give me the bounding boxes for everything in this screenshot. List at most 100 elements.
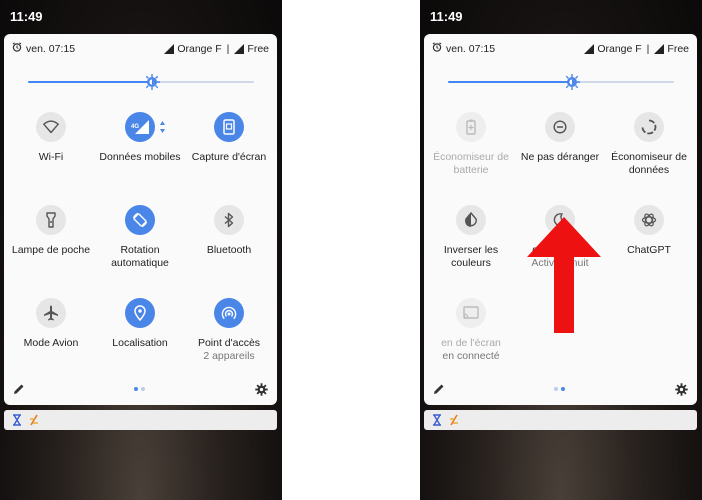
status-time: 11:49 (10, 9, 43, 24)
screenshot-icon (223, 119, 235, 135)
mobile-data-icon: 4G (131, 120, 149, 134)
edit-pencil-icon[interactable] (433, 383, 445, 395)
tile-flashlight[interactable]: Lampe de poche (6, 205, 96, 257)
slash-icon (450, 414, 458, 426)
phone-screen-right: 11:49 ven. 07:15 Orange F | Free Économi… (420, 0, 702, 500)
tile-label: Économiseur de données (611, 151, 687, 176)
carrier-name-1: Orange F (177, 43, 222, 55)
page-dot-1[interactable] (134, 387, 138, 391)
tile-sublabel: 2 appareils (203, 350, 255, 362)
airplane-icon (44, 305, 58, 321)
brightness-thumb-icon[interactable] (563, 73, 581, 91)
flashlight-icon (46, 212, 56, 228)
next-alarm-text: ven. 07:15 (26, 43, 76, 55)
location-icon (134, 305, 146, 321)
settings-gear-icon[interactable] (255, 383, 268, 396)
tile-icon-circle (545, 112, 575, 142)
quick-settings-header: ven. 07:15 Orange F | Free (4, 34, 277, 64)
tile-chatgpt[interactable]: ChatGPT (604, 205, 694, 257)
page-dot-2[interactable] (561, 387, 565, 391)
notification-bar[interactable] (4, 410, 277, 430)
tile-screenshot[interactable]: Capture d'écran (184, 112, 274, 164)
page-dot-2[interactable] (141, 387, 145, 391)
tile-label: Lampe de poche (11, 244, 91, 256)
hotspot-icon (221, 306, 237, 320)
status-time: 11:49 (430, 9, 463, 24)
next-alarm-text: ven. 07:15 (446, 43, 496, 55)
carrier-info: Orange F | Free (584, 43, 689, 55)
brightness-slider[interactable] (448, 74, 674, 90)
tile-icon-circle (214, 205, 244, 235)
tile-label: Bluetooth (206, 244, 252, 256)
carrier-name-2: Free (667, 43, 689, 55)
alarm-icon (12, 42, 22, 52)
tile-sublabel: en connecté (442, 350, 500, 362)
tile-battery-saver[interactable]: Économiseur de batterie (426, 112, 516, 177)
page-indicator (134, 387, 145, 391)
tile-mobile-data[interactable]: 4G Données mobiles (95, 112, 185, 164)
do-not-disturb-icon (553, 120, 567, 134)
alarm-icon (432, 42, 442, 52)
tile-icon-circle (36, 112, 66, 142)
brightness-thumb-icon[interactable] (143, 73, 161, 91)
tile-icon-circle (214, 298, 244, 328)
tile-icon-circle (456, 112, 486, 142)
tile-label: Données mobiles (99, 151, 181, 163)
tile-label: Capture d'écran (191, 151, 267, 163)
page-dot-1[interactable] (554, 387, 558, 391)
quick-settings-panel: ven. 07:15 Orange F | Free Économiseur d… (424, 34, 697, 405)
tile-icon-circle (36, 205, 66, 235)
tile-label: en de l'écran (441, 337, 501, 349)
tile-label: Ne pas déranger (520, 151, 600, 163)
tile-hotspot[interactable]: Point d'accès 2 appareils (184, 298, 274, 363)
tile-icon-circle (214, 112, 244, 142)
tile-label: Inverser les couleurs (443, 244, 499, 269)
signal-icon (654, 44, 665, 54)
tile-do-not-disturb[interactable]: Ne pas déranger (515, 112, 605, 164)
slash-icon (30, 414, 38, 426)
page-indicator (554, 387, 565, 391)
carrier-separator: | (226, 43, 230, 55)
tile-icon-circle (125, 298, 155, 328)
tile-label: Rotation automatique (111, 244, 169, 269)
tile-bluetooth[interactable]: Bluetooth (184, 205, 274, 257)
tile-auto-rotate[interactable]: Rotation automatique (95, 205, 185, 270)
tile-data-saver[interactable]: Économiseur de données (604, 112, 694, 177)
tile-airplane-mode[interactable]: Mode Avion (6, 298, 96, 350)
tile-icon-circle (36, 298, 66, 328)
tile-location[interactable]: Localisation (95, 298, 185, 350)
carrier-separator: | (646, 43, 650, 55)
tile-wifi[interactable]: Wi-Fi (6, 112, 96, 164)
brightness-slider[interactable] (28, 74, 254, 90)
tile-label: ChatGPT (627, 244, 671, 256)
brightness-fill (448, 81, 573, 83)
hourglass-icon (13, 414, 21, 426)
red-up-arrow-icon (527, 217, 601, 333)
tile-cast-screen[interactable]: en de l'écran en connecté (426, 298, 516, 363)
chatgpt-icon (641, 213, 657, 227)
phone-screen-left: 11:49 ven. 07:15 Orange F | Free Wi-Fi 4… (0, 0, 282, 500)
tile-icon-circle (634, 112, 664, 142)
settings-gear-icon[interactable] (675, 383, 688, 396)
tile-icon-circle: 4G (125, 112, 155, 142)
hourglass-icon (433, 414, 441, 426)
carrier-name-1: Orange F (597, 43, 642, 55)
tile-invert-colors[interactable]: Inverser les couleurs (426, 205, 516, 270)
edit-pencil-icon[interactable] (13, 383, 25, 395)
carrier-info: Orange F | Free (164, 43, 269, 55)
battery-saver-icon (466, 119, 476, 135)
quick-settings-panel: ven. 07:15 Orange F | Free Wi-Fi 4G Donn… (4, 34, 277, 405)
tile-label: Point d'accès (197, 337, 261, 349)
data-activity-icon (160, 121, 165, 133)
wifi-icon (43, 120, 59, 134)
bluetooth-icon (224, 212, 234, 228)
tile-icon-circle (634, 205, 664, 235)
notification-bar[interactable] (424, 410, 697, 430)
signal-icon (164, 44, 175, 54)
auto-rotate-icon (132, 212, 148, 228)
data-saver-icon (641, 119, 657, 135)
tile-label: Économiseur de batterie (433, 151, 509, 176)
signal-icon (584, 44, 595, 54)
tile-icon-circle (456, 298, 486, 328)
quick-settings-header: ven. 07:15 Orange F | Free (424, 34, 697, 64)
